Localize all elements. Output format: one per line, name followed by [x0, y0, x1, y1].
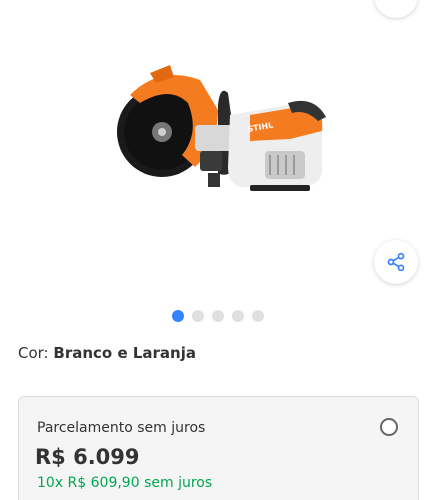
- carousel-dot-5[interactable]: [252, 310, 264, 322]
- payment-option-radio[interactable]: [380, 418, 398, 436]
- color-selection: Cor: Branco e Laranja: [18, 344, 196, 362]
- price: R$ 6.099: [35, 445, 140, 469]
- payment-option-card[interactable]: Parcelamento sem juros R$ 6.099 10x R$ 6…: [18, 396, 419, 500]
- carousel-dot-4[interactable]: [232, 310, 244, 322]
- color-value: Branco e Laranja: [53, 344, 196, 362]
- product-image: STIHL: [100, 55, 336, 205]
- top-action-button[interactable]: [374, 0, 418, 18]
- carousel-dot-1[interactable]: [172, 310, 184, 322]
- carousel-dot-2[interactable]: [192, 310, 204, 322]
- color-label: Cor:: [18, 344, 49, 362]
- share-button[interactable]: [374, 240, 418, 284]
- payment-option-title: Parcelamento sem juros: [37, 420, 206, 436]
- share-icon: [387, 252, 405, 272]
- installments-text: 10x R$ 609,90 sem juros: [37, 475, 213, 491]
- carousel-dot-3[interactable]: [212, 310, 224, 322]
- image-carousel-dots: [172, 310, 264, 322]
